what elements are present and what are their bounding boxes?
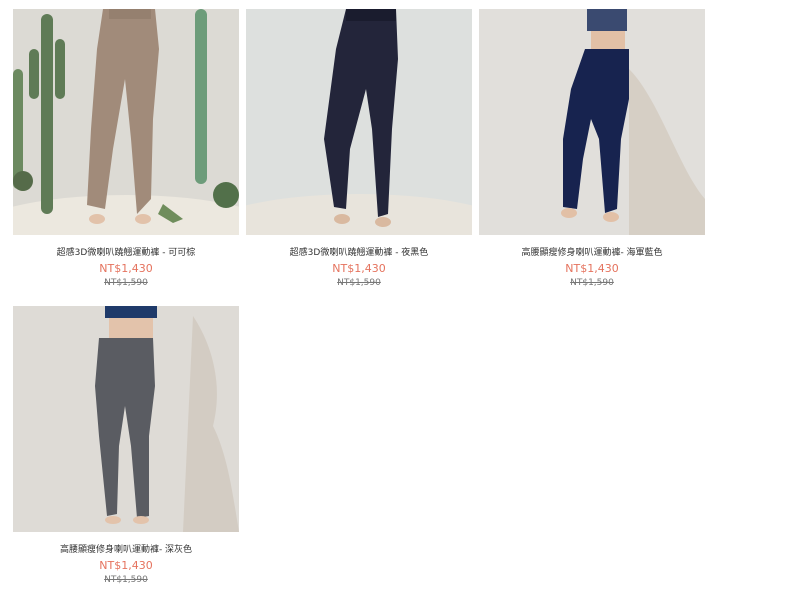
product-name[interactable]: 高腰顯瘦修身喇叭運動褲- 深灰色 [13,544,239,556]
original-price: NT$1,590 [104,278,148,288]
product-name[interactable]: 超感3D微喇叭蹺翹運動褲 - 可可棕 [13,247,239,259]
sale-price: NT$1,430 [99,559,153,572]
product-name[interactable]: 超感3D微喇叭蹺翹運動褲 - 夜黑色 [246,247,472,259]
product-image[interactable] [479,9,705,235]
original-price: NT$1,590 [570,278,614,288]
sale-price: NT$1,430 [565,262,619,275]
sale-price: NT$1,430 [99,262,153,275]
original-price: NT$1,590 [337,278,381,288]
product-image[interactable] [246,9,472,235]
product-image[interactable] [13,306,239,532]
product-card[interactable]: 高腰顯瘦修身喇叭運動褲- 海軍藍色 NT$1,430 NT$1,590 [479,9,705,289]
product-card[interactable]: 超感3D微喇叭蹺翹運動褲 - 夜黑色 NT$1,430 NT$1,590 [246,9,472,289]
product-image[interactable] [13,9,239,235]
product-name[interactable]: 高腰顯瘦修身喇叭運動褲- 海軍藍色 [479,247,705,259]
product-card[interactable]: 超感3D微喇叭蹺翹運動褲 - 可可棕 NT$1,430 NT$1,590 [13,9,239,289]
original-price: NT$1,590 [104,575,148,585]
sale-price: NT$1,430 [332,262,386,275]
product-card[interactable]: 高腰顯瘦修身喇叭運動褲- 深灰色 NT$1,430 NT$1,590 [13,306,239,586]
